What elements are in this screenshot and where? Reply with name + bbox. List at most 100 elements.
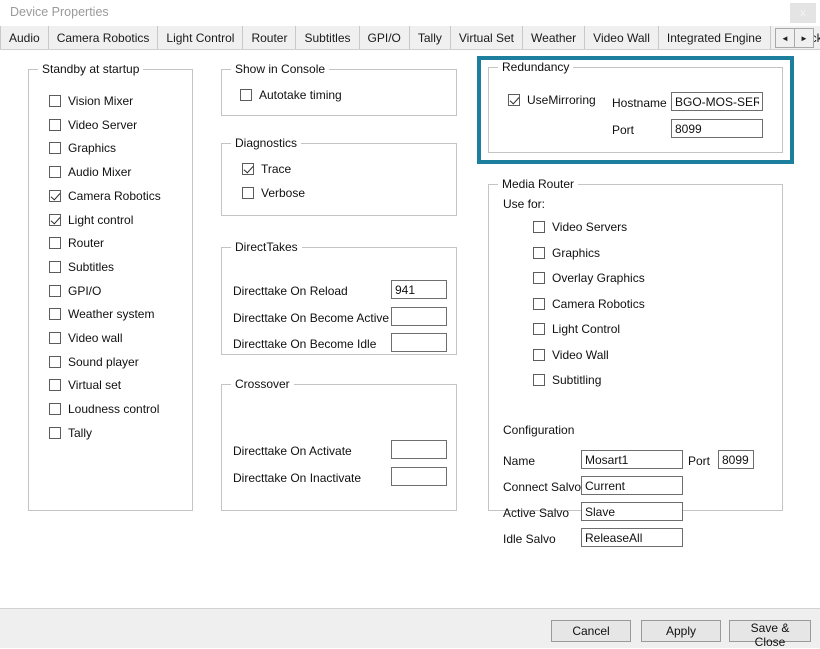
checkbox-label: Autotake timing [259,88,342,102]
checkbox-camera-robotics[interactable]: Camera Robotics [49,189,161,203]
field-label: Directtake On Inactivate [233,471,361,485]
redundancy-port-input[interactable] [671,119,763,138]
checkbox-gpi-o[interactable]: GPI/O [49,284,101,298]
checkbox-graphics[interactable]: Graphics [533,246,600,260]
checkbox-box-icon [49,356,61,368]
crossover-group: Crossover Directtake On ActivateDirectta… [221,384,457,511]
tab-light-control[interactable]: Light Control [158,26,243,50]
checkbox-label: Light Control [552,322,620,336]
checkbox-label: Vision Mixer [68,94,133,108]
checkbox-subtitling[interactable]: Subtitling [533,373,601,387]
checkbox-box-icon [49,237,61,249]
checkbox-video-servers[interactable]: Video Servers [533,220,627,234]
field-input[interactable] [391,440,447,459]
tab-scroll-right-icon[interactable]: ► [794,29,813,47]
checkbox-label: Light control [68,213,133,227]
checkbox-virtual-set[interactable]: Virtual set [49,378,121,392]
idle-salvo-input[interactable] [581,528,683,547]
redundancy-port-label: Port [612,123,634,137]
active-salvo-input[interactable] [581,502,683,521]
checkbox-light-control[interactable]: Light Control [533,322,620,336]
checkbox-verbose[interactable]: Verbose [242,186,305,200]
tab-router[interactable]: Router [243,26,296,50]
redundancy-group: Redundancy UseMirroring Hostname Port [488,67,783,153]
checkbox-box-icon [533,323,545,335]
tab-tally[interactable]: Tally [410,26,451,50]
save-and-close-button[interactable]: Save & Close [729,620,811,642]
tab-audio[interactable]: Audio [0,26,49,50]
tab-subtitles[interactable]: Subtitles [296,26,359,50]
media-router-legend: Media Router [498,177,578,191]
checkbox-box-icon [49,427,61,439]
checkbox-box-icon [533,247,545,259]
checkbox-loudness-control[interactable]: Loudness control [49,402,159,416]
checkbox-box-icon [242,163,254,175]
tab-video-wall[interactable]: Video Wall [585,26,659,50]
checkbox-graphics[interactable]: Graphics [49,141,116,155]
checkbox-box-icon [49,403,61,415]
close-icon[interactable]: x [790,3,816,23]
checkbox-video-wall[interactable]: Video wall [49,331,122,345]
active-salvo-label: Active Salvo [503,506,569,520]
field-label: Directtake On Activate [233,444,352,458]
tab-scroll-buttons: ◄ ► [775,28,814,48]
dialog-footer: Cancel Apply Save & Close [0,608,820,648]
connect-salvo-label: Connect Salvo [503,480,581,494]
checkbox-light-control[interactable]: Light control [49,213,133,227]
checkbox-subtitles[interactable]: Subtitles [49,260,114,274]
tab-scroll-left-icon[interactable]: ◄ [776,29,794,47]
checkbox-box-icon [49,285,61,297]
checkbox-box-icon [49,95,61,107]
checkbox-video-wall[interactable]: Video Wall [533,348,609,362]
tab-gpi-o[interactable]: GPI/O [360,26,410,50]
checkbox-overlay-graphics[interactable]: Overlay Graphics [533,271,645,285]
field-input[interactable] [391,333,447,352]
checkbox-label: Loudness control [68,402,159,416]
checkbox-box-icon [49,142,61,154]
checkbox-label: Graphics [68,141,116,155]
connect-salvo-input[interactable] [581,476,683,495]
checkbox-router[interactable]: Router [49,236,104,250]
checkbox-label: Overlay Graphics [552,271,645,285]
diagnostics-group: Diagnostics TraceVerbose [221,143,457,216]
checkbox-sound-player[interactable]: Sound player [49,355,139,369]
apply-button[interactable]: Apply [641,620,721,642]
name-input[interactable] [581,450,683,469]
checkbox-box-icon [49,190,61,202]
field-input[interactable] [391,467,447,486]
checkbox-box-icon [533,272,545,284]
checkbox-camera-robotics[interactable]: Camera Robotics [533,297,645,311]
checkbox-box-icon [533,298,545,310]
tab-camera-robotics[interactable]: Camera Robotics [49,26,159,50]
checkbox-label: Graphics [552,246,600,260]
checkbox-box-icon [49,308,61,320]
field-input[interactable] [391,280,447,299]
field-input[interactable] [391,307,447,326]
configuration-label: Configuration [503,423,574,437]
tab-weather[interactable]: Weather [523,26,585,50]
checkbox-tally[interactable]: Tally [49,426,92,440]
general-tab-panel: Standby at startup Vision MixerVideo Ser… [0,49,820,608]
checkbox-label: Video Server [68,118,137,132]
media-router-port-input[interactable] [718,450,754,469]
checkbox-label: Audio Mixer [68,165,131,179]
checkbox-audio-mixer[interactable]: Audio Mixer [49,165,131,179]
tab-integrated-engine[interactable]: Integrated Engine [659,26,771,50]
tab-virtual-set[interactable]: Virtual Set [451,26,523,50]
checkbox-trace[interactable]: Trace [242,162,291,176]
field-label: Directtake On Become Idle [233,337,376,351]
checkbox-box-icon [533,221,545,233]
checkbox-vision-mixer[interactable]: Vision Mixer [49,94,133,108]
show-in-console-group: Show in Console Autotake timing [221,69,457,116]
checkbox-autotake-timing[interactable]: Autotake timing [240,88,342,102]
use-mirroring-checkbox[interactable]: UseMirroring [508,93,596,107]
hostname-input[interactable] [671,92,763,111]
field-label: Directtake On Reload [233,284,348,298]
checkbox-label: Video Wall [552,348,609,362]
checkbox-box-icon [533,374,545,386]
checkbox-label: Video wall [68,331,122,345]
cancel-button[interactable]: Cancel [551,620,631,642]
checkbox-weather-system[interactable]: Weather system [49,307,154,321]
crossover-legend: Crossover [231,377,294,391]
checkbox-video-server[interactable]: Video Server [49,118,137,132]
